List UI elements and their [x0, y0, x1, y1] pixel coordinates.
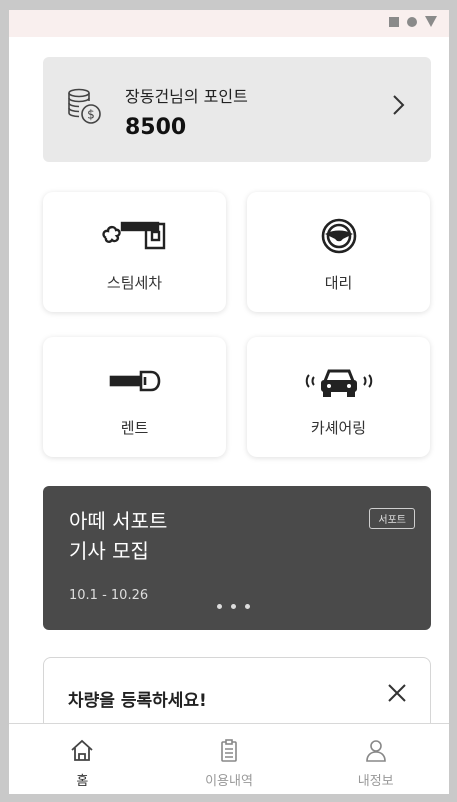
- page-dot[interactable]: [231, 604, 236, 609]
- tab-label: 이용내역: [205, 774, 253, 789]
- service-label: 렌트: [120, 419, 149, 437]
- register-vehicle-text: 차량을 등록하세요!: [68, 691, 207, 711]
- service-label: 대리: [324, 274, 353, 292]
- service-steam-wash[interactable]: 스팀세차: [43, 192, 226, 312]
- points-label: 장동건님의 포인트: [125, 87, 248, 106]
- banner-title: 아떼 서포트 기사 모집: [69, 506, 167, 566]
- home-icon: [9, 738, 156, 764]
- service-driver[interactable]: 대리: [247, 192, 430, 312]
- tab-history[interactable]: 이용내역: [156, 724, 303, 794]
- car-signal-icon: [247, 359, 430, 403]
- banner-title-line1: 아떼 서포트: [69, 509, 168, 533]
- tab-my-info[interactable]: 내정보: [302, 724, 449, 794]
- banner-title-line2: 기사 모집: [69, 539, 149, 563]
- promo-banner[interactable]: 아떼 서포트 기사 모집 서포트 10.1 - 10.26: [43, 486, 431, 630]
- tab-label: 홈: [76, 774, 89, 789]
- app-screen: $ 장동건님의 포인트 8500 스팀세차 대리 렌트 카셰어링 아떼 서포트 …: [9, 10, 449, 794]
- banner-page-indicator[interactable]: [217, 604, 250, 609]
- bottom-tab-bar: 홈 이용내역 내정보: [9, 723, 449, 794]
- banner-badge: 서포트: [369, 508, 415, 529]
- service-car-sharing[interactable]: 카셰어링: [247, 337, 430, 457]
- coin-stack-icon: $: [65, 87, 105, 131]
- close-icon[interactable]: [386, 678, 408, 711]
- key-icon: [43, 359, 226, 403]
- page-dot[interactable]: [217, 604, 222, 609]
- page-dot[interactable]: [245, 604, 250, 609]
- steering-wheel-icon: [247, 214, 430, 258]
- tab-label: 내정보: [357, 774, 394, 789]
- tab-home[interactable]: 홈: [9, 724, 156, 794]
- triangle-icon: [425, 16, 437, 27]
- steam-wash-icon: [43, 214, 226, 258]
- banner-dates: 10.1 - 10.26: [69, 588, 149, 603]
- points-value: 8500: [125, 115, 187, 140]
- circle-icon: [407, 16, 417, 27]
- service-label: 카셰어링: [310, 419, 367, 437]
- points-card[interactable]: $ 장동건님의 포인트 8500: [43, 57, 431, 162]
- service-rent[interactable]: 렌트: [43, 337, 226, 457]
- clipboard-icon: [156, 738, 303, 764]
- chevron-right-icon: [391, 93, 407, 124]
- user-icon: [302, 738, 449, 764]
- square-icon: [389, 16, 399, 27]
- status-bar: [9, 10, 449, 37]
- svg-text:$: $: [87, 108, 95, 122]
- service-label: 스팀세차: [106, 274, 163, 292]
